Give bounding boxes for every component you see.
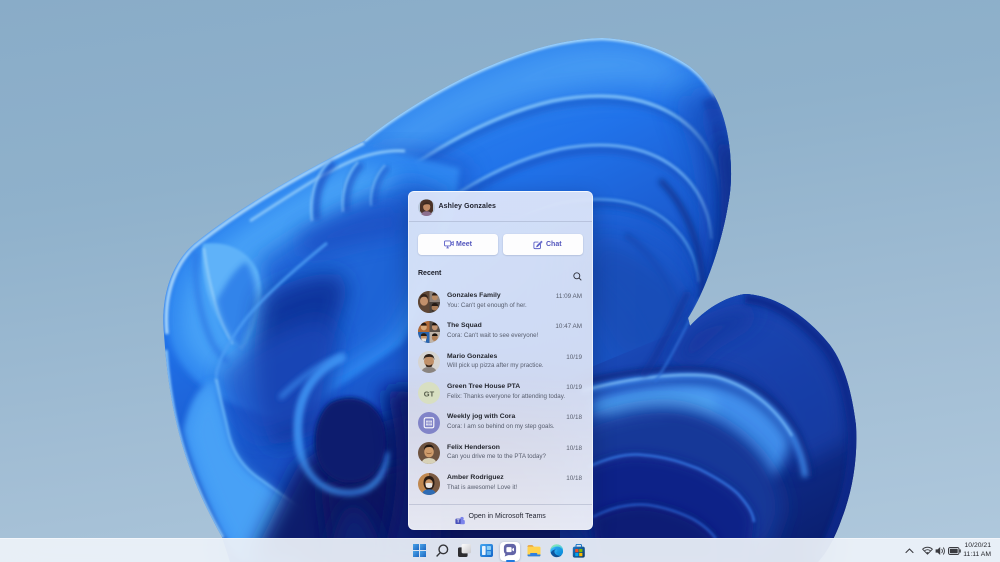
svg-text:GT: GT xyxy=(424,389,435,398)
svg-text:T: T xyxy=(457,518,460,523)
